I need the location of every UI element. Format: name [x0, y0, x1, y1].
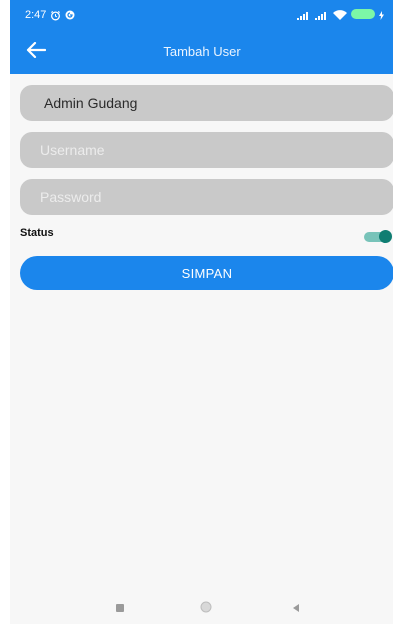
page-title: Tambah User	[163, 44, 241, 59]
status-toggle[interactable]	[364, 229, 392, 243]
status-left: 2:47	[25, 9, 75, 21]
status-label: Status	[20, 227, 54, 239]
battery-icon	[351, 8, 375, 22]
username-field[interactable]	[20, 132, 393, 168]
wifi-icon	[333, 10, 347, 20]
recent-apps-button[interactable]	[113, 602, 127, 616]
triangle-back-icon	[291, 600, 301, 618]
recent-apps-icon	[115, 600, 125, 618]
signal-icon	[297, 11, 311, 20]
save-button[interactable]: SIMPAN	[20, 256, 393, 290]
signal-icon-2	[315, 11, 329, 20]
home-button[interactable]	[199, 600, 213, 618]
status-time: 2:47	[25, 9, 47, 21]
toggle-thumb	[379, 230, 392, 243]
phone-screen: 2:47 Tambah User Admin Gudang Username S…	[10, 0, 393, 624]
home-icon	[200, 600, 212, 618]
status-right	[297, 8, 384, 22]
app-bar: Tambah User	[10, 30, 393, 74]
role-field[interactable]	[20, 85, 393, 121]
g-icon	[65, 10, 75, 20]
status-bar: 2:47	[10, 0, 393, 30]
bolt-icon	[379, 10, 384, 20]
nav-back-button[interactable]	[289, 602, 303, 616]
password-field[interactable]	[20, 179, 393, 215]
alarm-icon	[50, 10, 61, 21]
system-nav-bar	[10, 596, 393, 624]
